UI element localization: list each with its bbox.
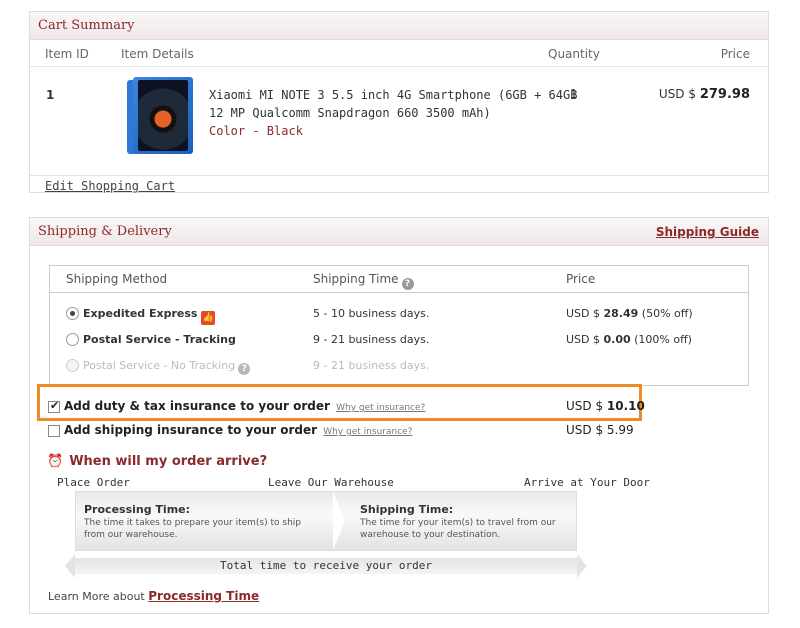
shipping-insurance-label: Add shipping insurance to your order Why… — [64, 423, 413, 437]
learn-more: Learn More about Processing Time — [48, 589, 260, 603]
item-id: 1 — [46, 88, 55, 102]
step-leave-warehouse: Leave Our Warehouse — [268, 476, 394, 489]
shipping-insurance-price: USD $ 5.99 — [566, 423, 634, 437]
cart-summary-header: Cart Summary — [30, 12, 768, 40]
cart-item-row: 1 Xiaomi MI NOTE 3 5.5 inch 4G Smartphon… — [30, 68, 768, 176]
col-item-details: Item Details — [121, 47, 194, 61]
duty-tax-insurance-price: USD $ 10.10 — [566, 399, 645, 413]
radio-expedited[interactable] — [66, 307, 79, 320]
item-name-line2[interactable]: 12 MP Qualcomm Snapdragon 660 3500 mAh) — [209, 104, 577, 122]
arrival-title: ⏰ When will my order arrive? — [47, 454, 268, 469]
option-time: 5 - 10 business days. — [313, 307, 430, 320]
why-get-insurance-link[interactable]: Why get insurance? — [323, 427, 412, 437]
processing-time-box: Processing Time: The time it takes to pr… — [84, 503, 301, 541]
option-time: 9 - 21 business days. — [313, 359, 430, 372]
thumbs-up-icon: 👍 — [201, 311, 216, 325]
radio-postal-tracking[interactable] — [66, 333, 79, 346]
shipping-method-header: Shipping Method Shipping Time? Price — [50, 266, 748, 293]
shipping-option-expedited[interactable]: Expedited Express 👍 5 - 10 business days.… — [50, 303, 748, 327]
timeline-separator — [333, 492, 345, 550]
option-price: USD $ 28.49 (50% off) — [566, 307, 693, 320]
alarm-clock-icon: ⏰ — [47, 454, 64, 469]
edit-shopping-cart-link[interactable]: Edit Shopping Cart — [45, 179, 175, 193]
shipping-option-postal-tracking[interactable]: Postal Service - Tracking 9 - 21 busines… — [50, 329, 748, 353]
option-name: Expedited Express 👍 — [83, 307, 216, 325]
radio-postal-no-tracking — [66, 359, 79, 372]
shipping-time-box: Shipping Time: The time for your item(s)… — [360, 503, 556, 541]
col-price: Price — [720, 47, 750, 61]
item-price-value: 279.98 — [699, 87, 750, 102]
duty-tax-insurance-row[interactable]: Add duty & tax insurance to your order W… — [48, 398, 648, 418]
item-name-line1[interactable]: Xiaomi MI NOTE 3 5.5 inch 4G Smartphone … — [209, 86, 577, 104]
option-name: Postal Service - No Tracking? — [83, 359, 251, 375]
item-currency: USD $ — [658, 87, 696, 101]
duty-tax-insurance-label: Add duty & tax insurance to your order W… — [64, 399, 426, 413]
shipping-title: Shipping & Delivery — [38, 224, 172, 239]
step-place-order: Place Order — [57, 476, 130, 489]
option-name: Postal Service - Tracking — [83, 333, 236, 346]
item-quantity: 1 — [570, 87, 578, 101]
item-color: Color - Black — [209, 124, 303, 138]
col-shipping-method: Shipping Method — [66, 272, 168, 286]
shipping-method-table: Shipping Method Shipping Time? Price Exp… — [49, 265, 749, 386]
processing-time-title: Processing Time: — [84, 503, 191, 516]
delivery-timeline: Processing Time: The time it takes to pr… — [75, 491, 577, 551]
col-shipping-time: Shipping Time? — [313, 272, 414, 290]
item-details: Xiaomi MI NOTE 3 5.5 inch 4G Smartphone … — [209, 86, 577, 140]
step-arrive-door: Arrive at Your Door — [524, 476, 650, 489]
shipping-option-postal-no-tracking: Postal Service - No Tracking? 9 - 21 bus… — [50, 355, 748, 379]
item-price: USD $ 279.98 — [659, 87, 750, 102]
help-question-icon[interactable]: ? — [401, 278, 414, 290]
help-question-icon[interactable]: ? — [238, 363, 251, 375]
cart-summary-title: Cart Summary — [38, 18, 135, 33]
processing-time-link[interactable]: Processing Time — [148, 589, 259, 603]
col-item-id: Item ID — [45, 47, 89, 61]
shipping-header: Shipping & Delivery Shipping Guide — [30, 218, 768, 246]
why-get-insurance-link[interactable]: Why get insurance? — [336, 403, 425, 413]
cart-columns: Item ID Item Details Quantity Price — [30, 40, 768, 67]
option-price: USD $ 0.00 (100% off) — [566, 333, 692, 346]
shipping-time-title: Shipping Time: — [360, 503, 454, 516]
col-shipping-price: Price — [566, 272, 596, 286]
total-time-label: Total time to receive your order — [220, 559, 432, 572]
cart-summary-panel: Cart Summary Item ID Item Details Quanti… — [29, 11, 769, 193]
duty-tax-insurance-checkbox[interactable] — [48, 399, 60, 413]
shipping-guide-link[interactable]: Shipping Guide — [656, 225, 759, 239]
option-time: 9 - 21 business days. — [313, 333, 430, 346]
total-time-bar: Total time to receive your order — [65, 554, 587, 578]
shipping-delivery-panel: Shipping & Delivery Shipping Guide Shipp… — [29, 217, 769, 614]
product-image[interactable] — [133, 77, 193, 154]
shipping-insurance-row[interactable]: Add shipping insurance to your order Why… — [48, 422, 648, 442]
col-quantity: Quantity — [548, 47, 600, 61]
shipping-insurance-checkbox[interactable] — [48, 425, 60, 437]
